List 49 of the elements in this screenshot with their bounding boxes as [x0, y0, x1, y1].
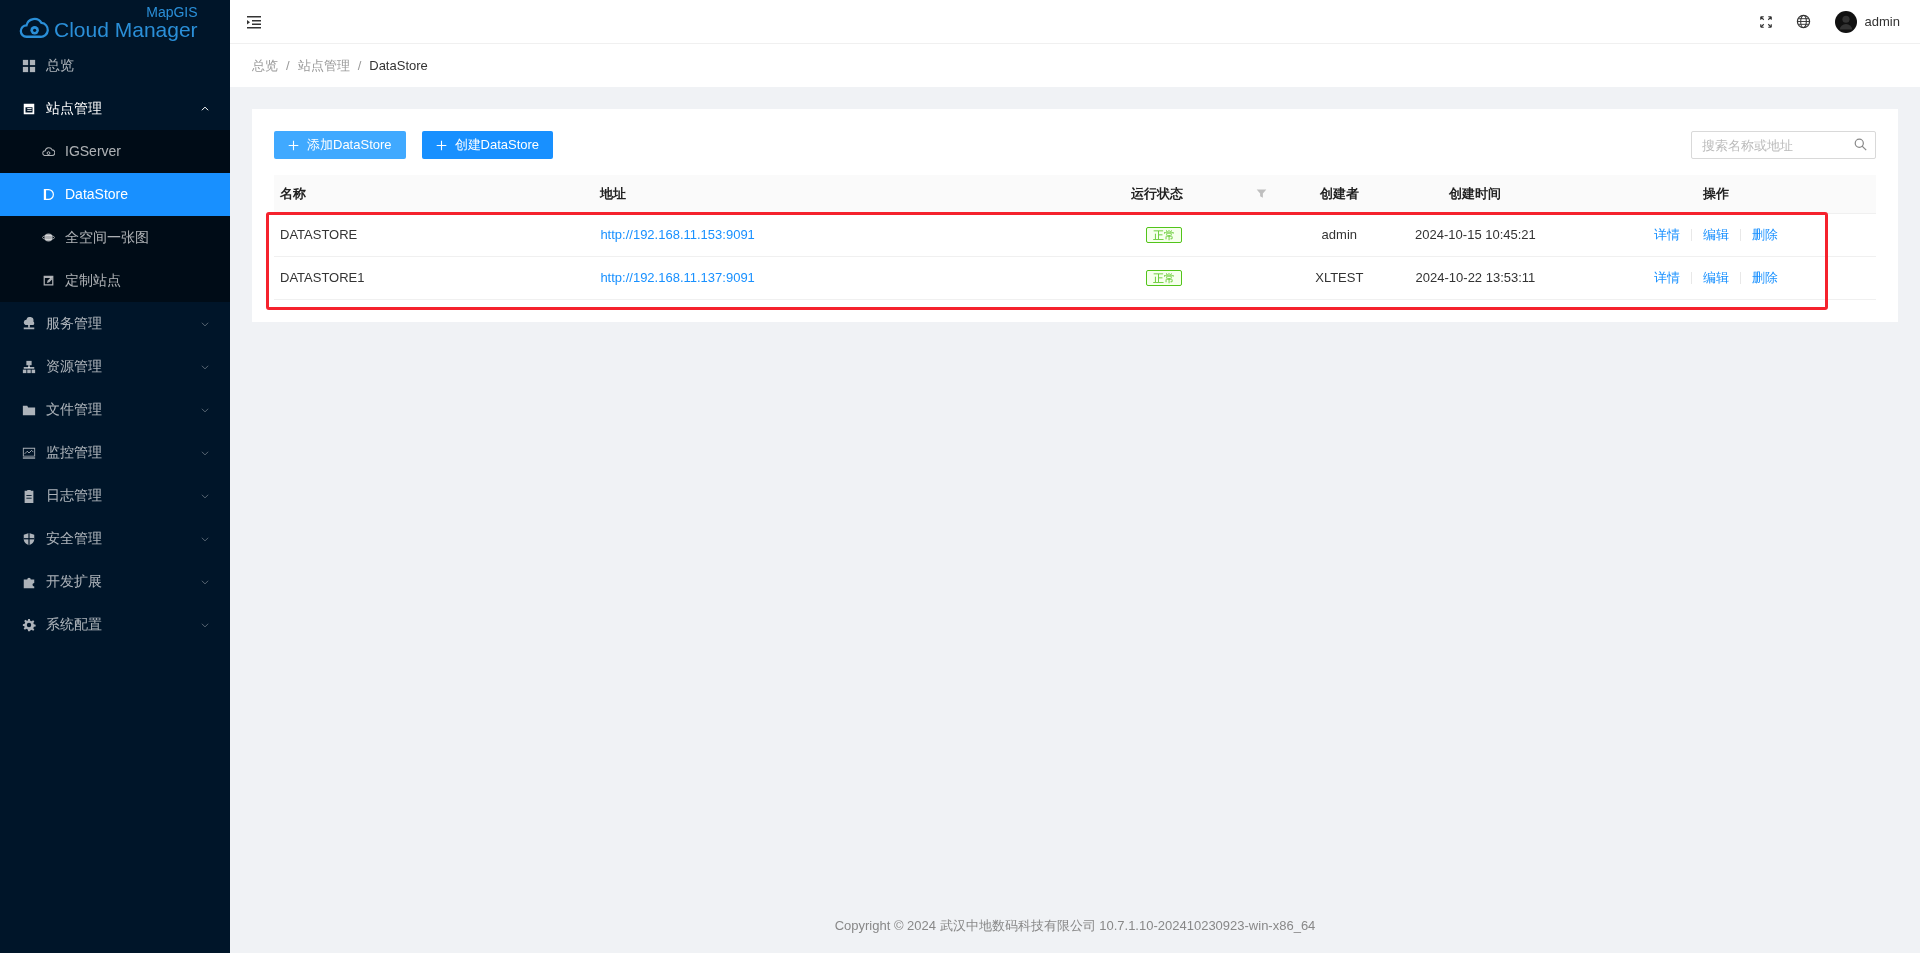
cloud-network-icon	[22, 316, 36, 331]
avatar-icon	[1834, 10, 1857, 33]
column-header: 地址	[594, 175, 1011, 213]
status-tag: 正常	[1146, 226, 1183, 243]
fullscreen-icon[interactable]	[1759, 15, 1772, 28]
plus-icon	[435, 139, 447, 151]
column-header: 创建时间	[1395, 175, 1556, 213]
sidebar-subitem[interactable]: 定制站点	[0, 259, 230, 302]
sitemap-icon	[22, 359, 36, 374]
search-icon	[1854, 138, 1867, 151]
user-name[interactable]: admin	[1864, 11, 1900, 32]
status-tag: 正常	[1146, 269, 1183, 286]
logo-title: Cloud Manager	[54, 19, 198, 40]
sidebar-item[interactable]: 站点管理	[0, 87, 230, 130]
shield-icon	[22, 531, 36, 546]
edit-window-icon	[42, 274, 55, 287]
column-header: 运行状态	[1129, 185, 1184, 203]
breadcrumb-separator: /	[357, 56, 362, 75]
cloud-icon	[42, 145, 55, 158]
search-field[interactable]: 搜索名称或地址	[1691, 131, 1876, 159]
column-header: 名称	[274, 175, 595, 213]
logo-subtitle: MapGIS	[146, 5, 198, 19]
sidebar-item[interactable]: 总览	[0, 44, 230, 87]
column-header: 创建者	[1283, 175, 1396, 213]
table-cell: 2024-10-22 13:53:11	[1395, 256, 1556, 299]
sidebar-item[interactable]: 文件管理	[0, 388, 230, 431]
clipboard-icon	[22, 488, 36, 503]
gear-icon	[22, 617, 36, 632]
sidebar-item[interactable]: 安全管理	[0, 517, 230, 560]
sidebar-item[interactable]: 日志管理	[0, 474, 230, 517]
copyright-text: Copyright © 2024 武汉中地数码科技有限公司 10.7.1.10-202410230923-win-x86_64	[833, 916, 1317, 935]
sidebar-item[interactable]: 资源管理	[0, 345, 230, 388]
column-header: 操作	[1555, 175, 1876, 213]
table-cell: admin	[1283, 213, 1396, 256]
sidebar-item[interactable]: 监控管理	[0, 431, 230, 474]
sidebar-item[interactable]: 服务管理	[0, 302, 230, 345]
plus-icon	[288, 139, 299, 151]
monitor-icon	[22, 445, 36, 460]
menu-fold-icon[interactable]	[246, 13, 262, 30]
sidebar-item[interactable]: 系统配置	[0, 603, 230, 646]
breadcrumb-separator: /	[286, 56, 290, 75]
table-cell: DATASTORE	[274, 213, 595, 256]
grid-icon	[22, 58, 36, 73]
sidebar-subitem[interactable]: 全空间一张图	[0, 216, 230, 259]
table-cell: 2024-10-15 10:45:21	[1395, 213, 1556, 256]
sidebar-item[interactable]: 开发扩展	[0, 560, 230, 603]
table-cell: DATASTORE1	[274, 256, 595, 299]
sidebar-subitem[interactable]: IGServer	[0, 130, 230, 173]
table-cell: XLTEST	[1283, 256, 1396, 299]
